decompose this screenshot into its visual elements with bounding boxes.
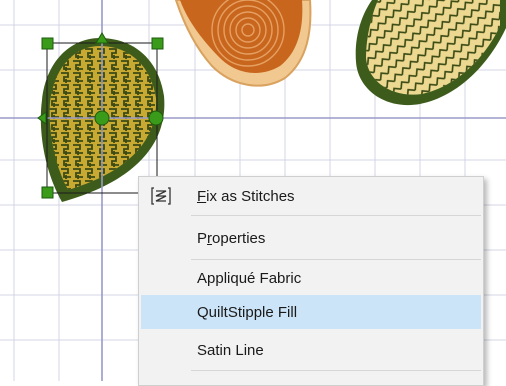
context-menu: Fix as Stitches Properties Appliqué Fabr… xyxy=(138,176,484,386)
menu-item-label: Fix as Stitches xyxy=(197,187,295,205)
menu-item-label: Properties xyxy=(197,229,266,247)
menu-item-label: Satin Line xyxy=(197,341,264,359)
orange-spiral-shape xyxy=(174,0,312,87)
menu-item-fix-as-stitches[interactable]: Fix as Stitches xyxy=(141,179,481,213)
chevron-fill-shape xyxy=(355,0,506,106)
menu-separator xyxy=(191,370,481,371)
menu-separator xyxy=(191,215,481,216)
menu-item-quiltstipple-fill[interactable]: QuiltStipple Fill xyxy=(141,295,481,329)
menu-item-label: Appliqué Fabric xyxy=(197,269,302,287)
menu-item-properties[interactable]: Properties xyxy=(141,221,481,255)
menu-item-label: QuiltStipple Fill xyxy=(197,303,298,321)
stitches-icon xyxy=(151,187,171,205)
menu-item-satin-line[interactable]: Satin Line xyxy=(141,333,481,367)
menu-separator xyxy=(191,259,481,260)
menu-item-applique-fabric[interactable]: Appliqué Fabric xyxy=(141,261,481,295)
